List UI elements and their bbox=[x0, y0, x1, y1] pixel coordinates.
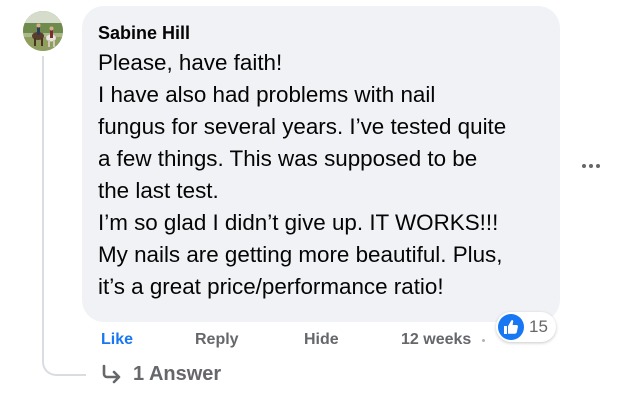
reaction-count: 15 bbox=[529, 317, 548, 336]
more-options-dot bbox=[589, 164, 593, 168]
timestamp[interactable]: 12 weeks bbox=[401, 330, 471, 350]
view-replies-button[interactable]: 1 Answer bbox=[101, 362, 221, 386]
more-options-icon[interactable] bbox=[576, 156, 606, 176]
comment-line: My nails are getting more beautiful. Plu… bbox=[98, 242, 503, 267]
replies-label: 1 Answer bbox=[133, 363, 222, 385]
comment-line: I have also had problems with nail bbox=[98, 82, 436, 107]
comment-bubble: Sabine Hill Please, have faith! I have a… bbox=[82, 6, 560, 322]
avatar[interactable] bbox=[23, 11, 63, 51]
separator-dot bbox=[482, 339, 485, 342]
comment-text: Please, have faith! I have also had prob… bbox=[98, 47, 544, 303]
thread-connector-line bbox=[42, 56, 86, 376]
thumbs-up-icon bbox=[498, 314, 524, 340]
hide-button[interactable]: Hide bbox=[304, 330, 339, 350]
reply-button[interactable]: Reply bbox=[195, 330, 239, 350]
more-options-dot bbox=[582, 164, 586, 168]
comment-line: the last test. bbox=[98, 178, 219, 203]
avatar-photo bbox=[23, 11, 63, 51]
comment-line: I’m so glad I didn’t give up. IT WORKS!!… bbox=[98, 210, 499, 235]
like-button[interactable]: Like bbox=[101, 330, 133, 350]
reactions-summary[interactable]: 15 bbox=[496, 312, 556, 342]
comment-author[interactable]: Sabine Hill bbox=[98, 21, 544, 45]
reply-arrow-icon bbox=[102, 364, 121, 384]
comment-line: fungus for several years. I’ve tested qu… bbox=[98, 114, 507, 139]
comment-line: it’s a great price/performance ratio! bbox=[98, 274, 444, 299]
more-options-dot bbox=[596, 164, 600, 168]
comment-line: Please, have faith! bbox=[98, 50, 283, 75]
comment-line: a few things. This was supposed to be bbox=[98, 146, 478, 171]
